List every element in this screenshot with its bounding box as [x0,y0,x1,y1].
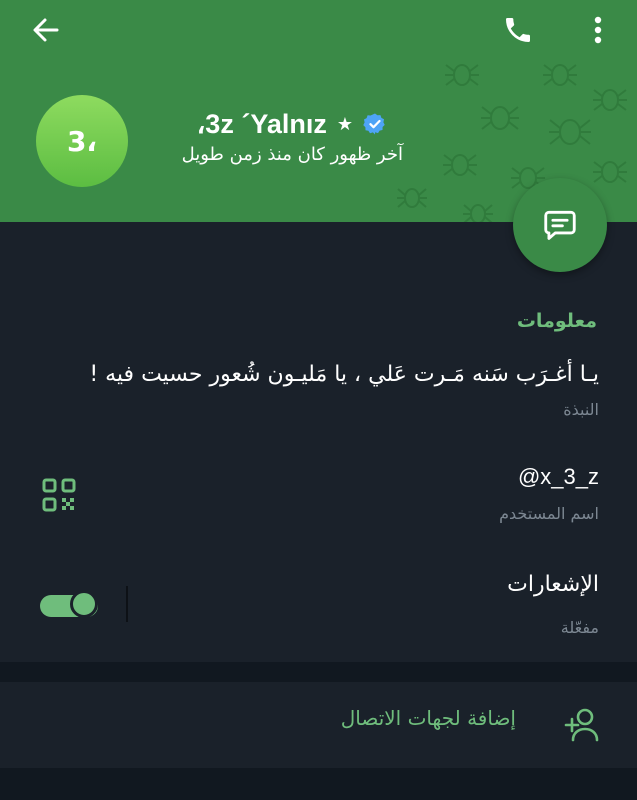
back-arrow-icon [33,18,59,42]
profile-name-row: ،3z ´Yalnız ★ [197,106,387,142]
back-button[interactable] [22,10,70,50]
avatar[interactable]: 3، [36,95,128,187]
phone-icon [506,18,530,42]
notifications-state: مفعّلة [560,618,599,637]
add-contact-icon [564,708,599,742]
add-contact-label: إضافة لجهات الاتصال [340,706,516,730]
username-value[interactable]: @x_3_z [518,464,599,490]
info-section-title: معلومات [516,310,597,332]
toggle-knob [70,590,98,618]
qr-code-icon[interactable] [42,478,76,512]
notifications-toggle[interactable] [40,590,98,620]
message-button[interactable] [513,178,607,272]
bottom-gap [0,768,637,800]
verified-badge-icon [363,113,385,135]
star-icon: ★ [336,113,353,135]
last-seen-status: آخر ظهور كان منذ زمن طويل [181,144,403,165]
more-vert-icon [594,16,602,44]
message-icon [544,210,576,240]
bio-label: النبذة [563,400,599,419]
section-gap [0,662,637,682]
avatar-initials: 3، [66,124,98,158]
bio-text[interactable]: يـا أغـرَب سَنه مَـرت عَلي ، يا مَليـون … [89,362,599,387]
call-button[interactable] [496,10,540,50]
add-contact-row[interactable]: إضافة لجهات الاتصال [0,682,637,768]
profile-name: ،3z ´Yalnız [196,108,327,139]
more-options-button[interactable] [584,10,612,50]
divider [126,586,128,622]
notifications-title: الإشعارات [507,572,599,597]
username-label: اسم المستخدم [499,504,599,523]
